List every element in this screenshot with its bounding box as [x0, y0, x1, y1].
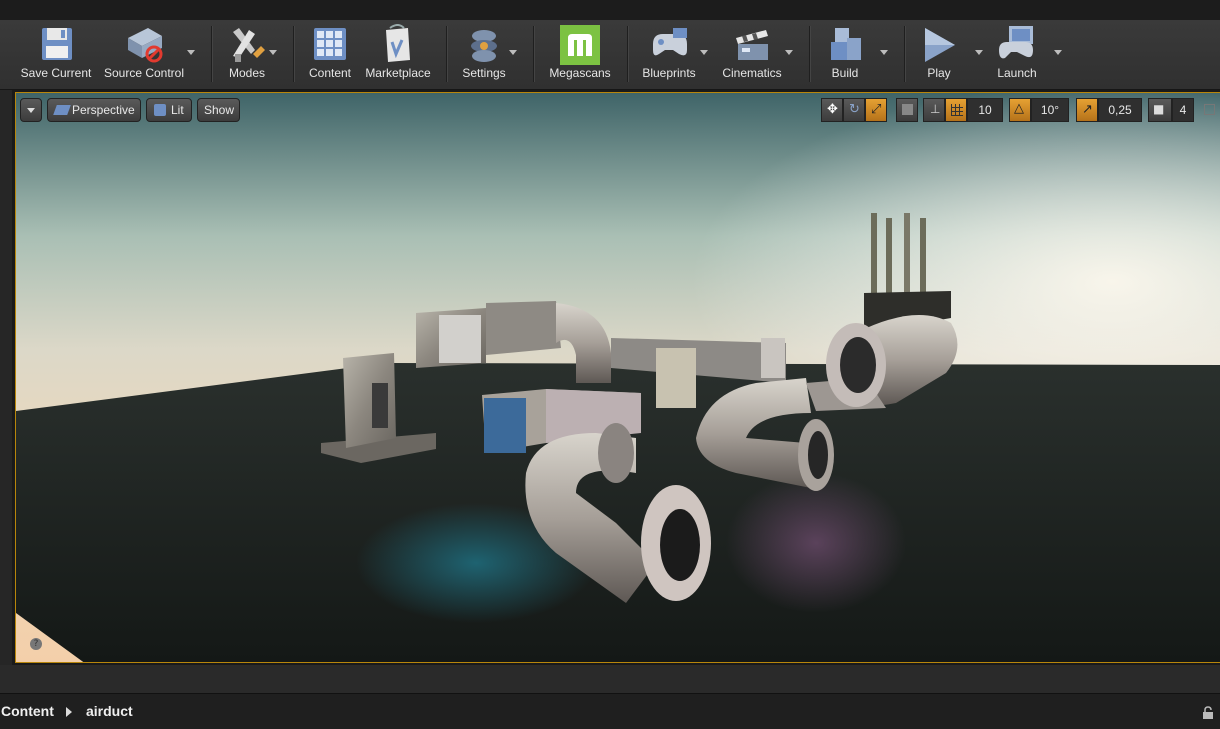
chevron-down-icon	[27, 108, 35, 113]
toolbar-divider	[446, 26, 447, 82]
play-button[interactable]: Play	[916, 24, 962, 84]
surface-snap-button[interactable]: ⊥	[923, 98, 945, 122]
source-control-label: Source Control	[103, 66, 185, 80]
rotate-icon: ↻	[849, 102, 860, 117]
panel-gap	[0, 665, 1220, 693]
camera-speed-button[interactable]: ■	[1148, 98, 1172, 122]
help-icon[interactable]: ?	[30, 638, 42, 650]
show-label: Show	[204, 103, 235, 117]
cinematics-label: Cinematics	[722, 66, 782, 80]
save-icon	[34, 24, 78, 66]
toolbar-divider	[533, 26, 534, 82]
rotation-snap-toggle[interactable]: △	[1009, 98, 1031, 122]
breadcrumb-content[interactable]: Content	[1, 703, 54, 719]
left-panel-edge	[0, 90, 12, 665]
build-dropdown[interactable]	[879, 48, 889, 58]
surface-snap-icon: ⊥	[930, 102, 941, 116]
blueprints-button[interactable]: Blueprints	[638, 24, 700, 84]
lock-icon[interactable]	[1202, 705, 1214, 719]
save-current-label: Save Current	[20, 66, 92, 80]
blueprints-dropdown[interactable]	[699, 48, 709, 58]
angle-icon: △	[1014, 101, 1024, 116]
modes-button[interactable]: Modes	[222, 24, 272, 84]
scale-tool-button[interactable]: ⤢	[865, 98, 887, 122]
cinematics-icon	[730, 24, 774, 66]
toolbar-divider	[211, 26, 212, 82]
megascans-button[interactable]: Megascans	[546, 24, 614, 84]
toolbar-divider	[293, 26, 294, 82]
scene-render[interactable]	[16, 93, 1220, 663]
source-control-icon	[122, 24, 166, 66]
scale-icon: ⤢	[871, 102, 882, 117]
marketplace-icon	[376, 24, 420, 66]
perspective-label: Perspective	[72, 103, 135, 117]
launch-button[interactable]: Launch	[994, 24, 1040, 84]
camera-speed-value[interactable]: 4	[1172, 98, 1194, 122]
grid-icon	[951, 104, 963, 116]
source-control-dropdown[interactable]	[186, 48, 196, 58]
breadcrumb-airduct[interactable]: airduct	[86, 703, 133, 719]
play-label: Play	[927, 66, 951, 80]
lit-label: Lit	[171, 103, 184, 117]
blueprints-icon	[647, 24, 691, 66]
settings-button[interactable]: Settings	[459, 24, 509, 84]
scale-snap-value[interactable]: 0,25	[1098, 98, 1142, 122]
perspective-button[interactable]: Perspective	[47, 98, 141, 122]
lit-cube-icon	[154, 104, 166, 116]
camera-icon: ■	[1153, 102, 1165, 116]
viewport-options-button[interactable]	[20, 98, 42, 122]
rotation-snap-value[interactable]: 10°	[1031, 98, 1069, 122]
main-toolbar: Save Current Source Control Modes Conten…	[0, 20, 1220, 90]
modes-dropdown[interactable]	[268, 48, 278, 58]
marketplace-button[interactable]: Marketplace	[362, 24, 434, 84]
content-button[interactable]: Content	[306, 24, 354, 84]
cube-icon	[902, 104, 913, 115]
megascans-icon	[558, 24, 602, 66]
cinematics-dropdown[interactable]	[784, 48, 794, 58]
play-dropdown[interactable]	[974, 48, 984, 58]
world-local-toggle[interactable]	[896, 98, 918, 122]
settings-icon	[462, 24, 506, 66]
build-label: Build	[831, 66, 859, 80]
blueprints-label: Blueprints	[642, 66, 696, 80]
grid-snap-toggle[interactable]	[945, 98, 967, 122]
modes-icon	[225, 24, 269, 66]
scale-snap-toggle[interactable]: ↗	[1076, 98, 1098, 122]
play-icon	[917, 24, 961, 66]
save-current-button[interactable]: Save Current	[18, 24, 94, 84]
content-label: Content	[308, 66, 352, 80]
source-control-button[interactable]: Source Control	[102, 24, 186, 84]
content-icon	[308, 24, 352, 66]
launch-label: Launch	[997, 66, 1037, 80]
build-icon	[823, 24, 867, 66]
perspective-icon	[53, 105, 71, 115]
launch-icon	[995, 24, 1039, 66]
rotate-tool-button[interactable]: ↻	[843, 98, 865, 122]
settings-dropdown[interactable]	[508, 48, 518, 58]
scale-snap-icon: ↗	[1082, 102, 1093, 117]
megascans-label: Megascans	[549, 66, 611, 80]
launch-dropdown[interactable]	[1053, 48, 1063, 58]
toolbar-divider	[904, 26, 905, 82]
breadcrumb-arrow-icon[interactable]	[66, 707, 72, 717]
maximize-icon[interactable]	[1204, 104, 1215, 115]
show-button[interactable]: Show	[197, 98, 240, 122]
lit-button[interactable]: Lit	[146, 98, 192, 122]
level-viewport[interactable]: Perspective Lit Show ✥ ↻ ⤢ ⊥ 10 △ 10° ↗ …	[15, 92, 1220, 663]
translate-icon: ✥	[827, 102, 838, 117]
translate-tool-button[interactable]: ✥	[821, 98, 843, 122]
content-breadcrumb: Content airduct	[0, 693, 1220, 729]
toolbar-divider	[809, 26, 810, 82]
modes-label: Modes	[228, 66, 266, 80]
settings-label: Settings	[462, 66, 506, 80]
toolbar-divider	[627, 26, 628, 82]
cinematics-button[interactable]: Cinematics	[720, 24, 784, 84]
grid-snap-value[interactable]: 10	[967, 98, 1003, 122]
marketplace-label: Marketplace	[365, 66, 431, 80]
build-button[interactable]: Build	[822, 24, 868, 84]
title-bar	[0, 0, 1220, 21]
